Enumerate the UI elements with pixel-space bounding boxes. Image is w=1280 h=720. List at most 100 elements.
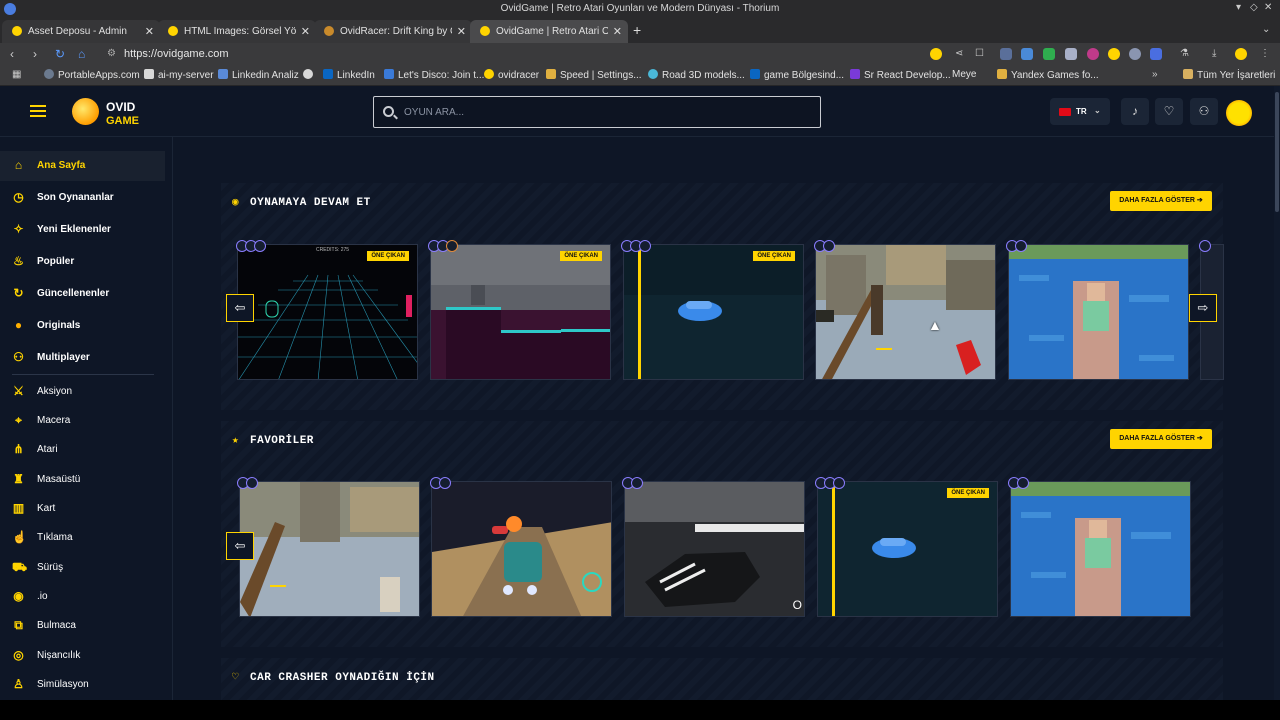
- sidebar-item-io[interactable]: ◉ .io: [0, 582, 165, 612]
- friends-button[interactable]: ⚇: [1190, 98, 1218, 125]
- game-card-platformer[interactable]: ÖNE ÇIKAN: [430, 244, 611, 380]
- sidebar-item-masaustu[interactable]: ♜ Masaüstü: [0, 465, 165, 495]
- game-card-car-crasher[interactable]: ÖNE ÇIKAN: [623, 244, 804, 380]
- bookmark-item[interactable]: LinkedIn: [323, 69, 375, 81]
- settings-extension-icon[interactable]: [1129, 48, 1141, 60]
- carousel-prev-button[interactable]: ⇦: [226, 532, 254, 560]
- game-card-river-raft[interactable]: [1010, 481, 1191, 617]
- lab-icon[interactable]: ⚗: [1180, 48, 1192, 60]
- more-bookmarks-icon[interactable]: »: [1152, 69, 1158, 80]
- sparkle-icon: ✧: [13, 222, 24, 236]
- game-card-drift-king[interactable]: O: [624, 481, 805, 617]
- profile-icon[interactable]: [1235, 48, 1247, 60]
- download-extension-icon[interactable]: [1043, 48, 1055, 60]
- sidebar-item-guncellenenler[interactable]: ↻ Güncellenenler: [0, 279, 165, 309]
- sidebar-item-kart[interactable]: ▥ Kart: [0, 494, 165, 524]
- all-bookmarks[interactable]: Tüm Yer İşaretleri: [1183, 69, 1275, 81]
- logo-text-bottom[interactable]: GAME: [106, 115, 139, 127]
- bookmark-item[interactable]: Road 3D models...: [648, 69, 745, 81]
- bookmark-item[interactable]: ai-my-server: [144, 69, 214, 81]
- menu-icon[interactable]: ⋮: [1260, 48, 1272, 60]
- game-card-zombie-shooter[interactable]: ▲: [815, 244, 996, 380]
- close-tab-icon[interactable]: ✕: [301, 25, 310, 38]
- show-more-button[interactable]: DAHA FAZLA GÖSTER ➔: [1110, 191, 1212, 211]
- chess-icon: ♜: [13, 472, 24, 486]
- search-input[interactable]: [404, 104, 804, 120]
- sidebar-item-populer[interactable]: ♨ Popüler: [0, 247, 165, 277]
- maximize-icon[interactable]: ◇: [1250, 2, 1258, 13]
- tab-ovidgame[interactable]: OvidGame | Retro Atari Oy ✕: [470, 20, 628, 43]
- language-select[interactable]: TR ⌄: [1050, 98, 1110, 125]
- site-info-icon[interactable]: ⚙: [107, 46, 116, 62]
- carousel-next-button[interactable]: ⇨: [1189, 294, 1217, 322]
- favorites-button[interactable]: ♡: [1155, 98, 1183, 125]
- url-field[interactable]: ⚙ https://ovidgame.com: [104, 46, 994, 62]
- show-more-button[interactable]: DAHA FAZLA GÖSTER ➔: [1110, 429, 1212, 449]
- bookmark-item[interactable]: game Bölgesind...: [750, 69, 844, 81]
- downloads-icon[interactable]: ⤓: [1212, 48, 1224, 60]
- tab-ovidracer[interactable]: OvidRacer: Drift King by Ov ✕: [314, 20, 472, 43]
- logo-text-top[interactable]: OVID: [106, 100, 135, 114]
- bookmark-item[interactable]: Sr React Develop...: [850, 69, 951, 81]
- search-box[interactable]: [373, 96, 821, 128]
- grid-tunnel-thumbnail: [238, 245, 417, 379]
- close-tab-icon[interactable]: ✕: [145, 25, 154, 38]
- game-card-zombie-shooter[interactable]: [239, 481, 420, 617]
- bookmark-item[interactable]: Yandex Games fo...: [997, 69, 1099, 81]
- sidebar-item-nisancilik[interactable]: ◎ Nişancılık: [0, 641, 165, 671]
- page-scrollbar[interactable]: [1274, 86, 1280, 700]
- share-icon[interactable]: ⋖: [955, 48, 967, 60]
- ovid-extension-icon[interactable]: [930, 48, 942, 60]
- sidebar-item-son-oynananlar[interactable]: ◷ Son Oynananlar: [0, 183, 165, 213]
- sidebar-item-atari[interactable]: ⋔ Atari: [0, 435, 165, 465]
- tab-html-images[interactable]: HTML Images: Görsel Yöne ✕: [158, 20, 316, 43]
- reload-icon[interactable]: ↻: [55, 47, 65, 61]
- apps-grid-icon[interactable]: ▦: [12, 69, 21, 80]
- ovid-logo-icon[interactable]: [72, 98, 99, 125]
- close-tab-icon[interactable]: ✕: [613, 25, 622, 38]
- sidebar-item-multiplayer[interactable]: ⚇ Multiplayer: [0, 343, 165, 373]
- shield-extension-icon[interactable]: [1000, 48, 1012, 60]
- close-tab-icon[interactable]: ✕: [457, 25, 466, 38]
- minimize-icon[interactable]: ▾: [1236, 2, 1241, 13]
- yellow-extension-icon[interactable]: [1108, 48, 1120, 60]
- blue-extension-icon[interactable]: [1150, 48, 1162, 60]
- record-extension-icon[interactable]: [1087, 48, 1099, 60]
- scrollbar-thumb[interactable]: [1275, 92, 1279, 212]
- hamburger-menu-icon[interactable]: [30, 105, 46, 117]
- sidebar-item-bulmaca[interactable]: ⧉ Bulmaca: [0, 611, 165, 641]
- back-icon[interactable]: ‹: [10, 47, 14, 61]
- translate-extension-icon[interactable]: [1021, 48, 1033, 60]
- sidebar-item-originals[interactable]: ● Originals: [0, 311, 165, 341]
- close-window-icon[interactable]: ✕: [1264, 2, 1272, 13]
- bookmark-item[interactable]: Meye: [952, 69, 976, 80]
- card-tags: [1006, 239, 1027, 253]
- sidebar-item-ana-sayfa[interactable]: ⌂ Ana Sayfa: [0, 151, 165, 181]
- sidebar-item-yeni-eklenenler[interactable]: ✧ Yeni Eklenenler: [0, 215, 165, 245]
- carousel-prev-button[interactable]: ⇦: [226, 294, 254, 322]
- sidebar-item-macera[interactable]: ⌖ Macera: [0, 406, 165, 436]
- home-browser-icon[interactable]: ⌂: [78, 47, 85, 61]
- notifications-button[interactable]: ♪: [1121, 98, 1149, 125]
- sidebar-item-aksiyon[interactable]: ⚔ Aksiyon: [0, 377, 165, 407]
- forward-icon[interactable]: ›: [33, 47, 37, 61]
- puzzle-extension-icon[interactable]: [1065, 48, 1077, 60]
- new-tab-icon[interactable]: +: [633, 22, 641, 38]
- tab-asset-deposu[interactable]: Asset Deposu - Admin ✕: [2, 20, 160, 43]
- sidebar-item-surus[interactable]: ⛟ Sürüş: [0, 553, 165, 583]
- bookmark-item[interactable]: Let's Disco: Join t...: [384, 69, 484, 81]
- bookmark-item[interactable]: ovidracer: [484, 69, 539, 81]
- bookmark-item[interactable]: PortableApps.com: [44, 69, 140, 81]
- bookmark-icon[interactable]: ☐: [975, 48, 987, 60]
- sidebar-item-simulasyon[interactable]: ♙ Simülasyon: [0, 670, 165, 700]
- tab-search-icon[interactable]: ⌄: [1262, 24, 1270, 35]
- user-avatar[interactable]: [1226, 100, 1252, 126]
- bookmark-item[interactable]: Linkedin Analiz: [218, 69, 299, 81]
- sidebar-item-tiklama[interactable]: ☝ Tıklama: [0, 523, 165, 553]
- game-card-river-raft[interactable]: [1008, 244, 1189, 380]
- game-card-ovidracer[interactable]: [431, 481, 612, 617]
- bookmark-item[interactable]: [303, 69, 317, 81]
- bookmark-item[interactable]: Speed | Settings...: [546, 69, 642, 81]
- game-card-car-crasher[interactable]: ÖNE ÇIKAN: [817, 481, 998, 617]
- game-card-retro-runner[interactable]: CREDITS: 275 ÖNE ÇIKAN: [237, 244, 418, 380]
